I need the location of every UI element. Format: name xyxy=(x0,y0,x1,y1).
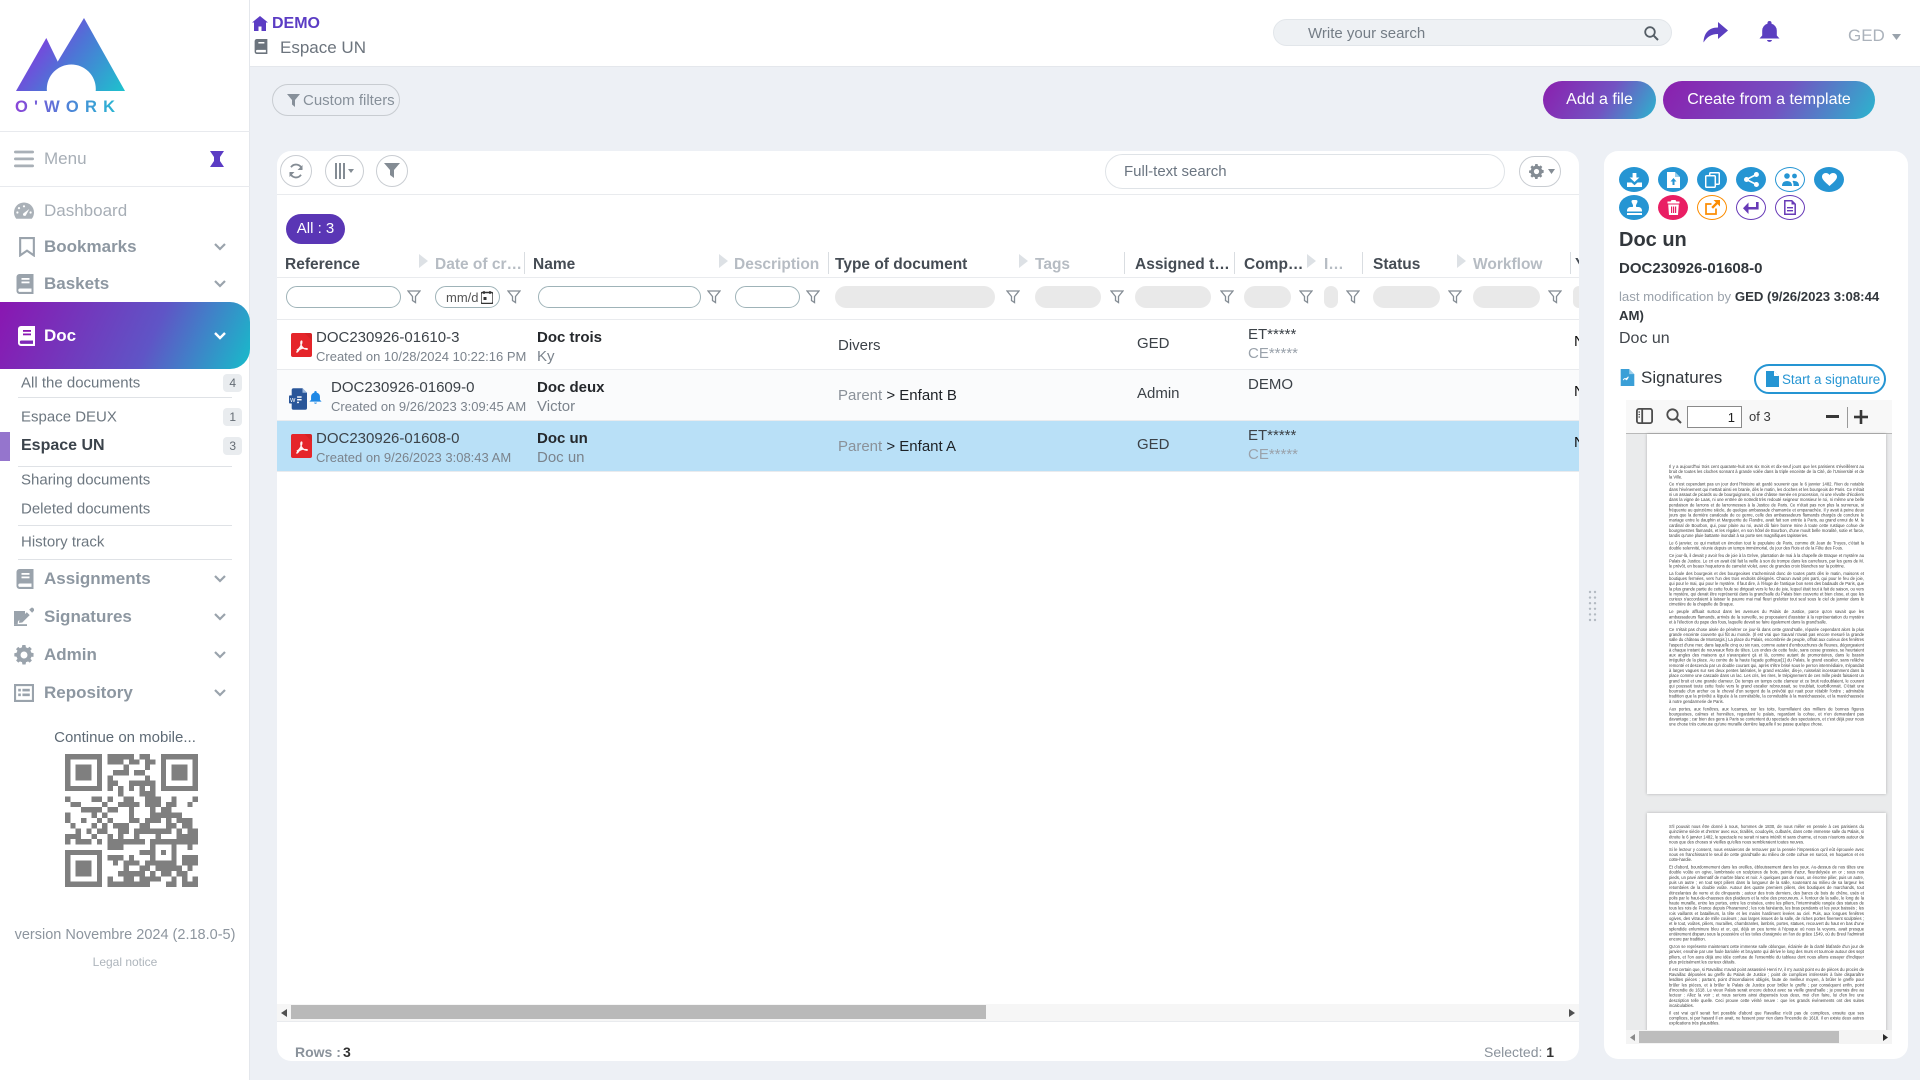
svg-text:w: w xyxy=(289,395,296,404)
svg-text:O'WORK: O'WORK xyxy=(15,98,121,116)
